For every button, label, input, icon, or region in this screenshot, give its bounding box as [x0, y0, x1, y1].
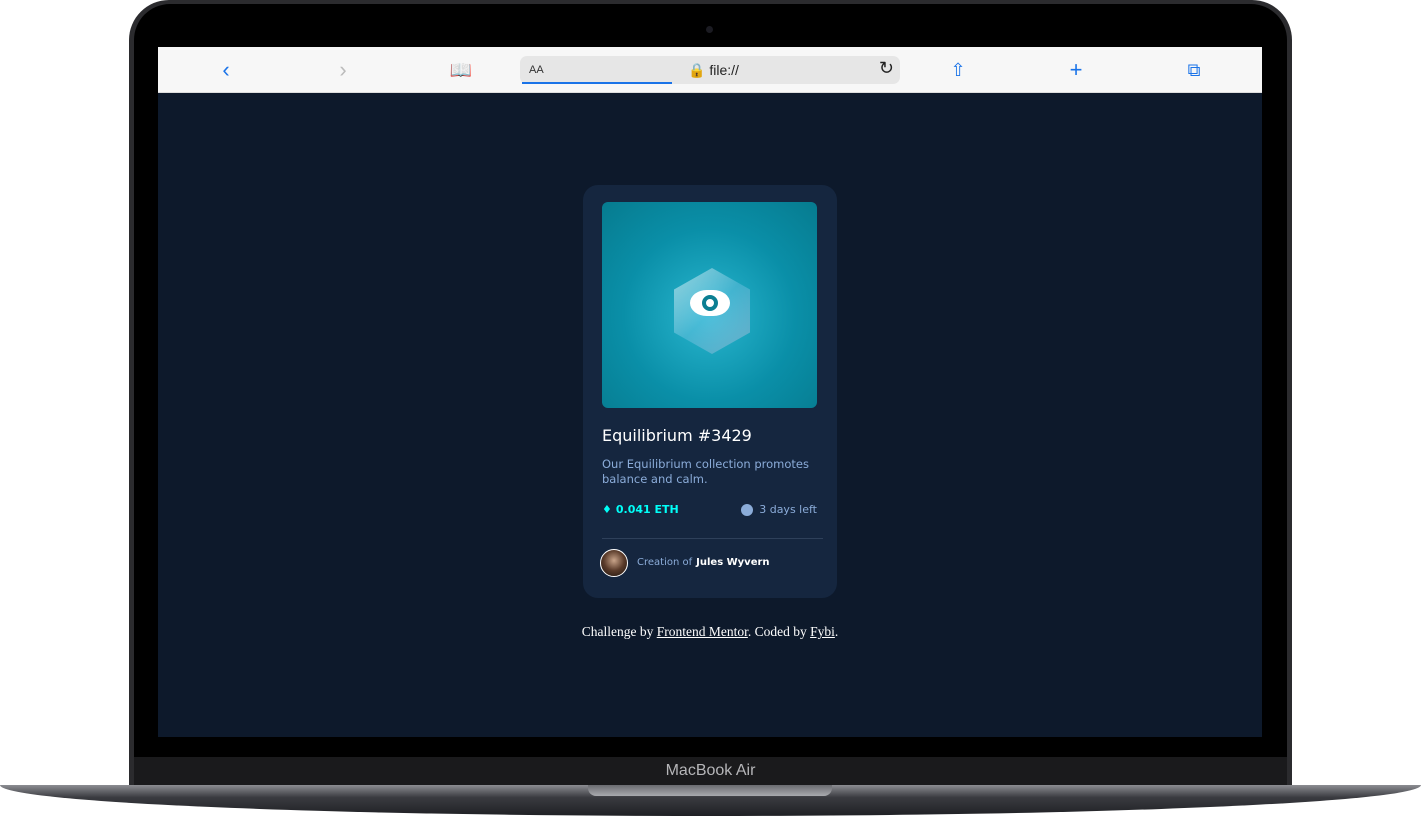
- browser-screen: ‹ › 📖 AA 🔒 file:// ↻ ⇧ + ⧉ Equilibrium #…: [158, 47, 1262, 737]
- browser-toolbar: ‹ › 📖 AA 🔒 file:// ↻ ⇧ + ⧉: [158, 47, 1262, 93]
- address-bar[interactable]: AA 🔒 file:// ↻: [520, 56, 900, 84]
- footer-prefix: Challenge by: [581, 624, 654, 639]
- url-value: file://: [709, 62, 739, 78]
- tabs-icon[interactable]: ⧉: [1181, 57, 1207, 83]
- price: ♦ 0.041 ETH: [602, 503, 679, 516]
- bookmarks-icon[interactable]: 📖: [448, 57, 474, 83]
- url-text: 🔒 file://: [688, 62, 739, 78]
- creator-name[interactable]: Jules Wyvern: [696, 557, 769, 568]
- laptop-chin: MacBook Air: [134, 757, 1287, 785]
- laptop-notch: [588, 785, 832, 796]
- forward-icon[interactable]: ›: [330, 57, 356, 83]
- nft-title[interactable]: Equilibrium #3429: [602, 426, 752, 445]
- new-tab-icon[interactable]: +: [1063, 57, 1089, 83]
- eye-icon: [690, 290, 730, 316]
- nft-card: Equilibrium #3429 Our Equilibrium collec…: [583, 185, 837, 598]
- time-left: 3 days left: [741, 503, 817, 516]
- time-left-value: 3 days left: [759, 503, 817, 516]
- nft-image[interactable]: [602, 202, 817, 408]
- avatar: [600, 549, 628, 577]
- frontend-mentor-link[interactable]: Frontend Mentor: [657, 624, 748, 639]
- camera: [706, 26, 713, 33]
- footer-suffix: .: [834, 624, 839, 639]
- author-link[interactable]: Fybi: [810, 624, 835, 639]
- device-label: MacBook Air: [665, 762, 756, 779]
- share-icon[interactable]: ⇧: [945, 57, 971, 83]
- text-size-button[interactable]: AA: [529, 64, 544, 76]
- footer-middle: . Coded by: [747, 624, 807, 639]
- price-value: 0.041 ETH: [615, 503, 679, 516]
- load-progress: [522, 82, 672, 84]
- back-icon[interactable]: ‹: [213, 57, 239, 83]
- creation-prefix: Creation of: [637, 557, 693, 568]
- reload-icon[interactable]: ↻: [879, 58, 894, 79]
- divider: [602, 538, 823, 539]
- creator: Creation of Jules Wyvern: [637, 557, 770, 568]
- nft-description: Our Equilibrium collection promotes bala…: [602, 457, 809, 486]
- clock-icon: [741, 503, 754, 516]
- attribution: Challenge by Frontend Mentor. Coded by F…: [158, 624, 1262, 640]
- ethereum-icon: ♦: [602, 503, 612, 516]
